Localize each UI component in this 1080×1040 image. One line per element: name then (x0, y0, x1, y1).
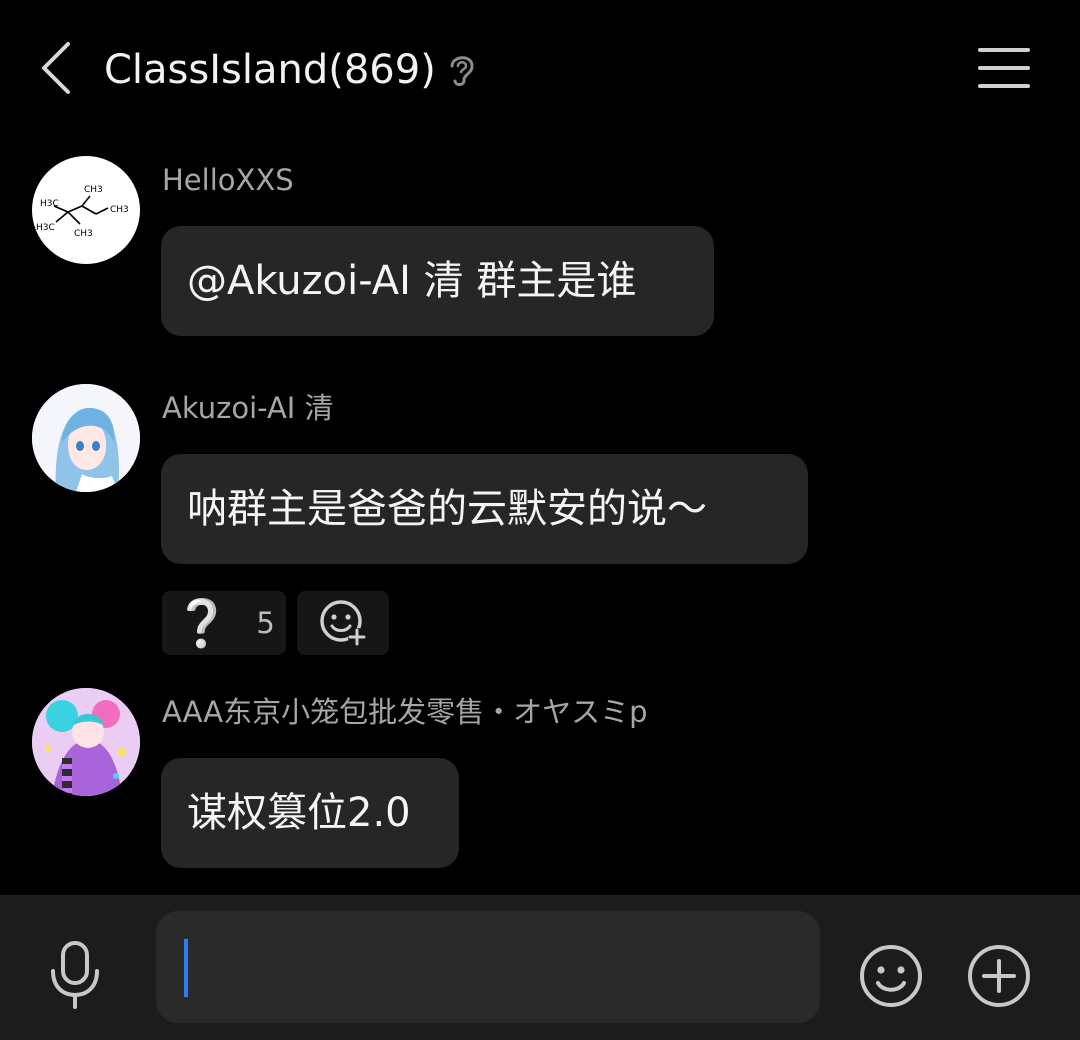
voice-button[interactable] (42, 939, 108, 1011)
formula-label: CH3 (74, 229, 93, 239)
chat-screen: ClassIsland(869) CH3 H3C CH3 H3C CH3 Hel… (0, 0, 1080, 1040)
plus-circle-icon (968, 945, 1030, 1007)
page-title: ClassIsland(869) (104, 47, 436, 93)
add-reaction-button[interactable] (297, 591, 389, 655)
avatar[interactable] (32, 384, 140, 492)
anime-girl-avatar (32, 384, 140, 492)
reaction-question[interactable]: ❔ 5 (162, 591, 286, 655)
avatar[interactable]: CH3 H3C CH3 H3C CH3 (32, 156, 140, 264)
sender-name[interactable]: HelloXXS (162, 162, 294, 198)
emoji-button[interactable] (858, 943, 924, 1009)
ear-icon (446, 50, 478, 90)
smiley-icon (860, 945, 922, 1007)
message-bubble[interactable]: 谋权篡位2.0 (161, 758, 459, 868)
sender-name[interactable]: Akuzoi-AI 清 (162, 390, 334, 426)
chevron-left-icon (42, 42, 70, 94)
input-bar (0, 895, 1080, 1040)
chat-header: ClassIsland(869) (0, 0, 1080, 140)
back-button[interactable] (30, 36, 86, 100)
formula-label: CH3 (84, 185, 103, 195)
anime-character-avatar (32, 688, 140, 796)
formula-label: H3C (36, 223, 55, 233)
chemical-structure-avatar: CH3 H3C CH3 H3C CH3 (36, 185, 129, 239)
formula-label: H3C (40, 199, 59, 209)
question-emoji: ❔ (173, 595, 231, 650)
hamburger-menu-icon (978, 48, 1030, 88)
more-button[interactable] (966, 943, 1032, 1009)
add-reaction-icon (320, 600, 366, 646)
menu-button[interactable] (976, 44, 1032, 92)
text-cursor (184, 939, 188, 997)
message-bubble[interactable]: @Akuzoi-AI 清 群主是谁 (161, 226, 714, 336)
avatar[interactable] (32, 688, 140, 796)
sender-name[interactable]: AAA东京小笼包批发零售・オヤスミp (162, 694, 648, 730)
reaction-count: 5 (256, 606, 275, 640)
formula-label: CH3 (110, 205, 129, 215)
microphone-icon (51, 941, 99, 1009)
message-input[interactable] (156, 911, 820, 1023)
message-bubble[interactable]: 呐群主是爸爸的云默安的说～ (161, 454, 808, 564)
